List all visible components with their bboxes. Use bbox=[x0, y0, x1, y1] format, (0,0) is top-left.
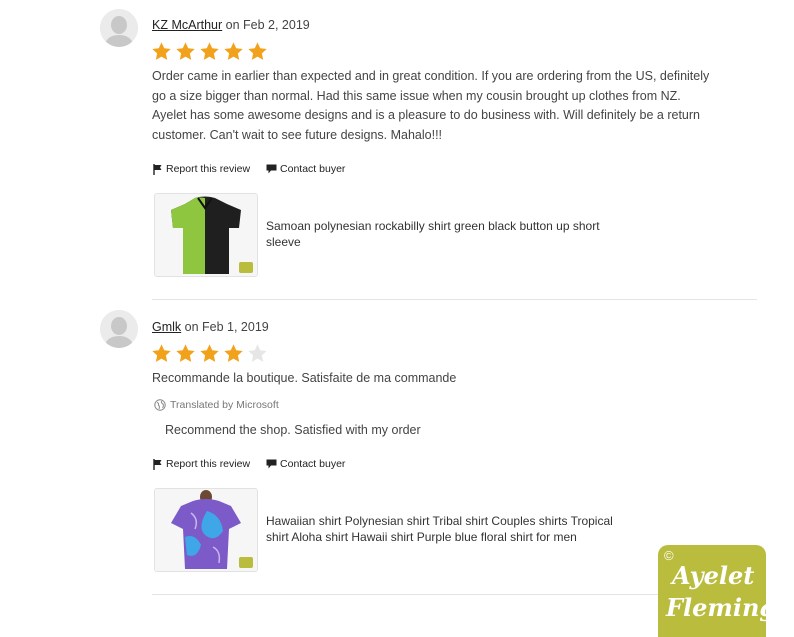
review-actions: Report this review Contact buyer bbox=[153, 163, 345, 175]
review-date: on Feb 1, 2019 bbox=[181, 320, 269, 334]
watermark-line-1: Ayelet bbox=[672, 561, 755, 590]
message-icon bbox=[266, 459, 277, 469]
contact-buyer-label: Contact buyer bbox=[280, 458, 346, 470]
flag-icon bbox=[153, 163, 162, 175]
star-filled-icon bbox=[224, 42, 243, 60]
review-actions: Report this review Contact buyer bbox=[153, 458, 345, 470]
avatar[interactable] bbox=[100, 9, 138, 47]
review-divider bbox=[152, 299, 757, 300]
reviewer-name-link[interactable]: KZ McArthur bbox=[152, 18, 222, 32]
flag-icon bbox=[153, 458, 162, 470]
product-title-link[interactable]: Hawaiian shirt Polynesian shirt Tribal s… bbox=[266, 513, 626, 545]
star-filled-icon bbox=[200, 42, 219, 60]
review-meta: Gmlk on Feb 1, 2019 bbox=[152, 320, 269, 334]
translation-note: Translated by Microsoft bbox=[154, 399, 279, 411]
star-filled-icon bbox=[176, 344, 195, 362]
product-title-link[interactable]: Samoan polynesian rockabilly shirt green… bbox=[266, 218, 626, 250]
report-review-label: Report this review bbox=[166, 163, 251, 175]
review-text: Recommande la boutique. Satisfaite de ma… bbox=[152, 371, 457, 385]
contact-buyer-label: Contact buyer bbox=[280, 163, 346, 175]
star-empty-icon bbox=[248, 344, 267, 362]
review-date: on Feb 2, 2019 bbox=[222, 18, 310, 32]
report-review-label: Report this review bbox=[166, 458, 251, 470]
review-meta: KZ McArthur on Feb 2, 2019 bbox=[152, 18, 310, 32]
green-black-shirt-image bbox=[155, 194, 257, 276]
ayelet-fleming-watermark-logo: © Ayelet Fleming bbox=[658, 545, 776, 637]
product-thumbnail[interactable] bbox=[154, 193, 258, 277]
translated-text: Recommend the shop. Satisfied with my or… bbox=[165, 423, 421, 437]
globe-icon bbox=[154, 399, 166, 411]
watermark-line-2: Fleming bbox=[666, 593, 777, 622]
star-filled-icon bbox=[200, 344, 219, 362]
message-icon bbox=[266, 164, 277, 174]
report-review-button[interactable]: Report this review bbox=[153, 458, 250, 470]
star-filled-icon bbox=[152, 42, 171, 60]
review-text: Order came in earlier than expected and … bbox=[152, 69, 710, 142]
reviewer-name-link[interactable]: Gmlk bbox=[152, 320, 181, 334]
purple-floral-shirt-image bbox=[155, 489, 257, 571]
star-filled-icon bbox=[224, 344, 243, 362]
avatar[interactable] bbox=[100, 310, 138, 348]
star-filled-icon bbox=[152, 344, 171, 362]
star-filled-icon bbox=[248, 42, 267, 60]
contact-buyer-button[interactable]: Contact buyer bbox=[266, 163, 345, 175]
star-rating bbox=[151, 343, 268, 365]
star-filled-icon bbox=[176, 42, 195, 60]
user-silhouette-icon bbox=[100, 310, 138, 348]
user-silhouette-icon bbox=[100, 9, 138, 47]
product-thumbnail[interactable] bbox=[154, 488, 258, 572]
report-review-button[interactable]: Report this review bbox=[153, 163, 250, 175]
contact-buyer-button[interactable]: Contact buyer bbox=[266, 458, 345, 470]
star-rating bbox=[151, 41, 268, 63]
translated-by-label: Translated by Microsoft bbox=[170, 399, 279, 411]
